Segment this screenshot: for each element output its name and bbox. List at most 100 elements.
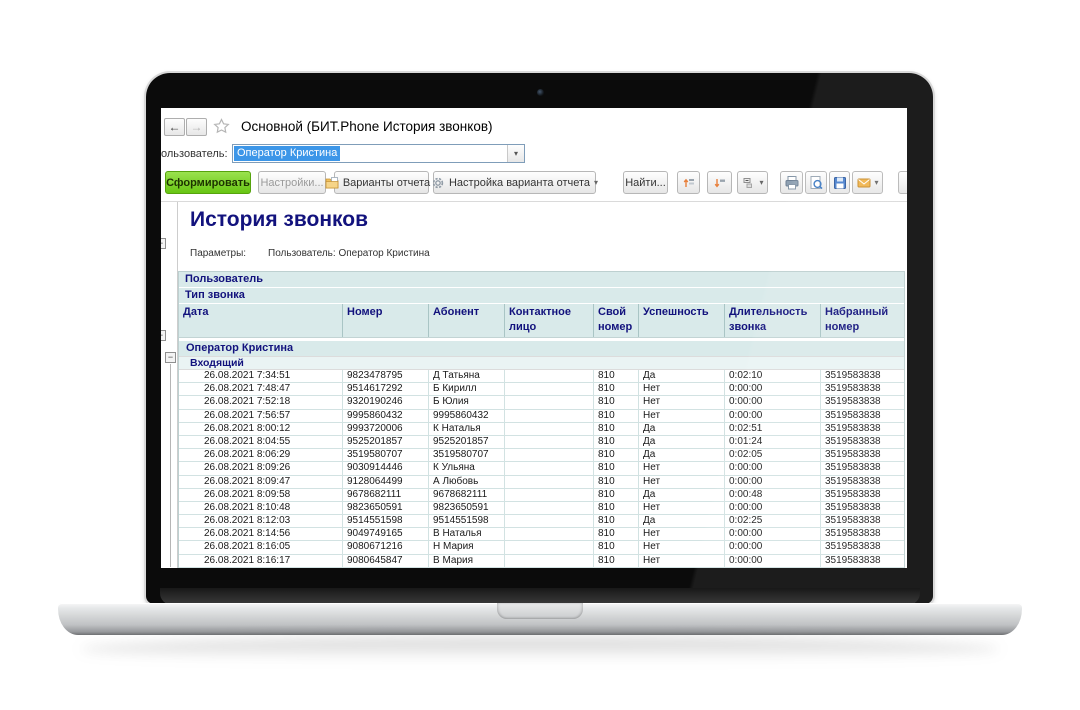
table-cell[interactable]: 3519583838: [820, 436, 904, 448]
table-cell[interactable]: 9823650591: [428, 502, 504, 514]
expand-groups-button[interactable]: [707, 171, 732, 194]
generate-button[interactable]: Сформировать: [165, 171, 251, 194]
table-row[interactable]: 26.08.2021 8:09:479128064499А Любовь810Н…: [179, 476, 904, 489]
table-cell[interactable]: 0:00:00: [724, 410, 820, 422]
table-cell[interactable]: 0:00:00: [724, 383, 820, 395]
settings-button[interactable]: Настройки...: [258, 171, 326, 194]
table-cell[interactable]: Нет: [638, 541, 724, 553]
table-cell[interactable]: 0:02:25: [724, 515, 820, 527]
table-cell[interactable]: Да: [638, 436, 724, 448]
table-cell[interactable]: [504, 528, 593, 540]
table-cell[interactable]: 3519583838: [820, 396, 904, 408]
table-cell[interactable]: 26.08.2021 8:14:56: [179, 528, 342, 540]
table-row[interactable]: 26.08.2021 8:04:559525201857952520185781…: [179, 436, 904, 449]
table-cell[interactable]: [504, 396, 593, 408]
table-row[interactable]: 26.08.2021 8:12:039514551598951455159881…: [179, 515, 904, 528]
table-cell[interactable]: 3519583838: [820, 462, 904, 474]
table-cell[interactable]: 9678682111: [342, 489, 428, 501]
table-cell[interactable]: 3519583838: [820, 370, 904, 382]
table-cell[interactable]: Б Юлия: [428, 396, 504, 408]
table-cell[interactable]: Нет: [638, 396, 724, 408]
table-cell[interactable]: 0:02:10: [724, 370, 820, 382]
table-cell[interactable]: Нет: [638, 462, 724, 474]
table-cell[interactable]: 9080671216: [342, 541, 428, 553]
table-cell[interactable]: [504, 489, 593, 501]
group-expander-icon[interactable]: −: [161, 238, 166, 249]
table-cell[interactable]: Нет: [638, 528, 724, 540]
table-cell[interactable]: 26.08.2021 8:09:58: [179, 489, 342, 501]
table-cell[interactable]: [504, 370, 593, 382]
table-cell[interactable]: [504, 502, 593, 514]
table-cell[interactable]: 26.08.2021 8:09:47: [179, 476, 342, 488]
table-cell[interactable]: В Мария: [428, 555, 504, 567]
forward-button[interactable]: →: [186, 118, 207, 136]
table-cell[interactable]: 3519583838: [820, 502, 904, 514]
table-cell[interactable]: 0:00:00: [724, 555, 820, 567]
table-cell[interactable]: Да: [638, 515, 724, 527]
table-cell[interactable]: 3519583838: [820, 555, 904, 567]
table-cell[interactable]: 26.08.2021 8:06:29: [179, 449, 342, 461]
table-cell[interactable]: 0:00:48: [724, 489, 820, 501]
table-cell[interactable]: [504, 436, 593, 448]
table-row[interactable]: 26.08.2021 8:16:059080671216Н Мария810Не…: [179, 541, 904, 554]
table-cell[interactable]: 26.08.2021 8:04:55: [179, 436, 342, 448]
table-cell[interactable]: [504, 555, 593, 567]
table-cell[interactable]: 0:00:00: [724, 502, 820, 514]
table-cell[interactable]: К Наталья: [428, 423, 504, 435]
table-cell[interactable]: 9993720006: [342, 423, 428, 435]
table-cell[interactable]: 810: [593, 449, 638, 461]
table-cell[interactable]: 810: [593, 383, 638, 395]
table-cell[interactable]: Д Татьяна: [428, 370, 504, 382]
table-cell[interactable]: 3519583838: [820, 515, 904, 527]
table-row[interactable]: 26.08.2021 8:06:293519580707351958070781…: [179, 449, 904, 462]
print-button[interactable]: [780, 171, 803, 194]
find-button[interactable]: Найти...: [623, 171, 668, 194]
group-expander-icon[interactable]: −: [161, 330, 166, 341]
table-cell[interactable]: Да: [638, 370, 724, 382]
table-cell[interactable]: 810: [593, 423, 638, 435]
table-cell[interactable]: 9823478795: [342, 370, 428, 382]
combo-dropdown-button[interactable]: ▾: [507, 145, 524, 162]
table-cell[interactable]: 0:02:05: [724, 449, 820, 461]
table-cell[interactable]: 26.08.2021 8:09:26: [179, 462, 342, 474]
table-cell[interactable]: В Наталья: [428, 528, 504, 540]
table-cell[interactable]: 0:00:00: [724, 396, 820, 408]
table-cell[interactable]: 26.08.2021 7:34:51: [179, 370, 342, 382]
table-cell[interactable]: [504, 449, 593, 461]
table-cell[interactable]: [504, 541, 593, 553]
table-cell[interactable]: Нет: [638, 555, 724, 567]
table-row[interactable]: 26.08.2021 7:56:579995860432999586043281…: [179, 410, 904, 423]
table-cell[interactable]: 9128064499: [342, 476, 428, 488]
group-row-call-type[interactable]: Входящий: [179, 357, 904, 370]
table-row[interactable]: 26.08.2021 8:16:179080645847В Мария810Не…: [179, 555, 904, 568]
table-cell[interactable]: 9995860432: [342, 410, 428, 422]
table-cell[interactable]: 810: [593, 476, 638, 488]
table-cell[interactable]: 26.08.2021 8:10:48: [179, 502, 342, 514]
user-combo-box[interactable]: Оператор Кристина ▾: [232, 144, 525, 163]
table-row[interactable]: 26.08.2021 7:52:189320190246Б Юлия810Нет…: [179, 396, 904, 409]
table-row[interactable]: 26.08.2021 8:09:589678682111967868211181…: [179, 489, 904, 502]
table-cell[interactable]: 9514551598: [342, 515, 428, 527]
table-cell[interactable]: [504, 462, 593, 474]
table-cell[interactable]: 9049749165: [342, 528, 428, 540]
table-row[interactable]: 26.08.2021 8:00:129993720006К Наталья810…: [179, 423, 904, 436]
table-row[interactable]: 26.08.2021 7:48:479514617292Б Кирилл810Н…: [179, 383, 904, 396]
table-row[interactable]: 26.08.2021 8:10:489823650591982365059181…: [179, 502, 904, 515]
table-cell[interactable]: К Ульяна: [428, 462, 504, 474]
table-cell[interactable]: Да: [638, 423, 724, 435]
report-variants-button[interactable]: Варианты отчета ▾: [334, 171, 429, 194]
table-cell[interactable]: Нет: [638, 476, 724, 488]
table-cell[interactable]: 810: [593, 489, 638, 501]
table-row[interactable]: 26.08.2021 8:09:269030914446К Ульяна810Н…: [179, 462, 904, 475]
table-cell[interactable]: 810: [593, 410, 638, 422]
table-cell[interactable]: 0:00:00: [724, 528, 820, 540]
table-cell[interactable]: 0:00:00: [724, 476, 820, 488]
table-cell[interactable]: 9678682111: [428, 489, 504, 501]
variant-setup-button[interactable]: Настройка варианта отчета ▾: [433, 171, 596, 194]
table-cell[interactable]: 26.08.2021 8:16:05: [179, 541, 342, 553]
favorite-star-icon[interactable]: [213, 118, 230, 139]
table-cell[interactable]: Н Мария: [428, 541, 504, 553]
table-cell[interactable]: 9080645847: [342, 555, 428, 567]
table-cell[interactable]: 26.08.2021 8:16:17: [179, 555, 342, 567]
table-cell[interactable]: Нет: [638, 383, 724, 395]
